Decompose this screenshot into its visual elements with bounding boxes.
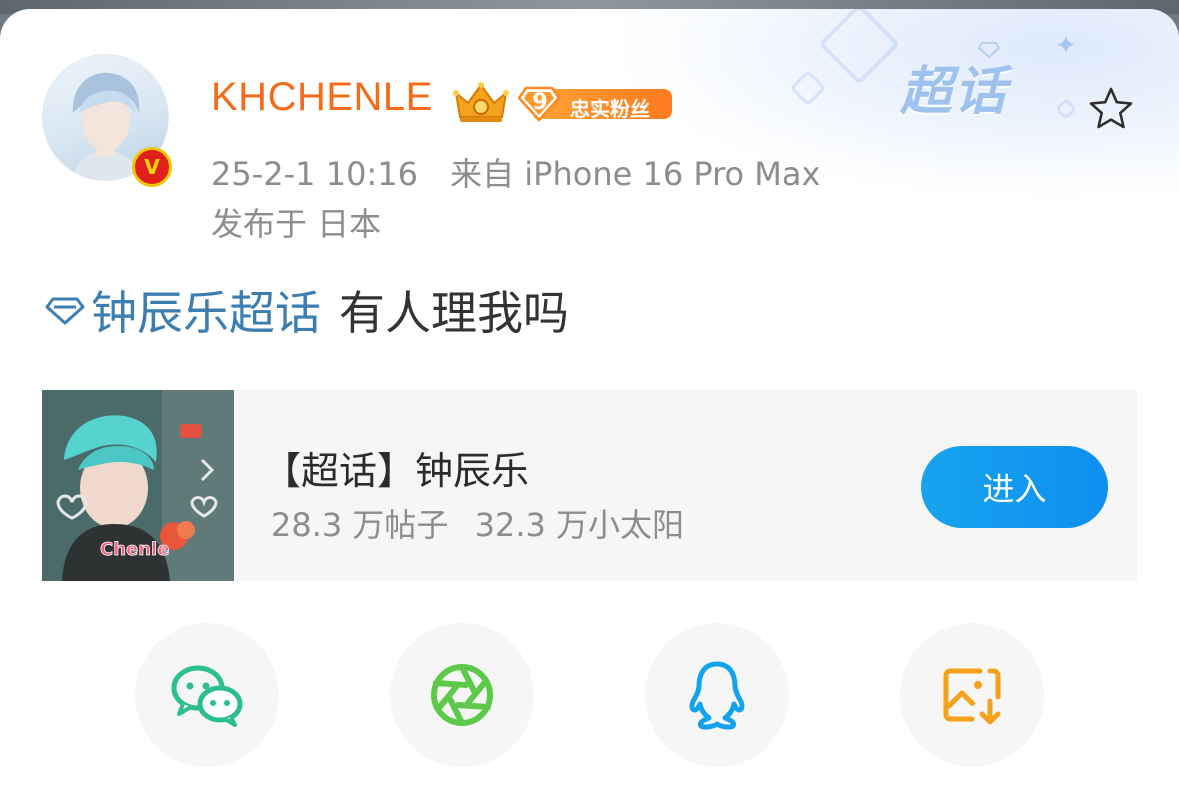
post-content: 钟辰乐超话 有人理我吗 bbox=[45, 277, 569, 343]
star-icon bbox=[1089, 87, 1133, 129]
qq-icon bbox=[689, 661, 745, 730]
loyal-fan-badge: 9 忠实粉丝 bbox=[518, 86, 672, 122]
favorite-star-button[interactable] bbox=[1086, 83, 1136, 133]
topic-sun-count: 32.3 万小太阳 bbox=[474, 506, 685, 544]
sparkle-icon: ✦ bbox=[1055, 31, 1077, 61]
crown-icon bbox=[453, 82, 509, 122]
topic-title: 【超话】钟辰乐 bbox=[263, 449, 530, 493]
username[interactable]: KHCHENLE bbox=[211, 75, 433, 120]
share-moments-button[interactable] bbox=[390, 623, 534, 767]
topic-card[interactable]: Chenle 【超话】钟辰乐 28.3 万帖子 32.3 万小太阳 进入 bbox=[42, 390, 1137, 581]
fan-badge-level: 9 bbox=[532, 90, 548, 115]
share-wechat-button[interactable] bbox=[135, 623, 279, 767]
save-image-icon bbox=[943, 668, 1001, 725]
topic-stats: 28.3 万帖子 32.3 万小太阳 bbox=[271, 500, 684, 546]
fan-badge-label: 忠实粉丝 bbox=[570, 97, 650, 121]
topic-post-count: 28.3 万帖子 bbox=[271, 506, 449, 544]
post-source: 来自 iPhone 16 Pro Max bbox=[450, 155, 821, 193]
topic-thumbnail-caption: Chenle bbox=[100, 539, 169, 560]
post-timestamp: 25-2-1 10:16 bbox=[211, 155, 418, 193]
moments-icon bbox=[431, 664, 493, 726]
chaohua-topic-icon bbox=[45, 297, 85, 325]
share-qq-button[interactable] bbox=[645, 623, 789, 767]
post-location: 发布于 日本 bbox=[211, 205, 382, 243]
chaohua-logo: 超话 bbox=[900, 62, 1009, 122]
save-image-button[interactable] bbox=[900, 623, 1044, 767]
verified-badge-icon: V bbox=[132, 147, 172, 187]
wechat-icon bbox=[171, 665, 243, 727]
post-text: 有人理我吗 bbox=[339, 286, 569, 340]
gem-icon bbox=[978, 42, 1000, 58]
topic-thumbnail-art: Chenle bbox=[42, 390, 234, 581]
post-meta: 25-2-1 10:16 来自 iPhone 16 Pro Max bbox=[211, 149, 820, 195]
enter-topic-button[interactable]: 进入 bbox=[921, 446, 1108, 528]
topic-link[interactable]: 钟辰乐超话 bbox=[91, 277, 321, 343]
post-card: ✦ 超话 V KHCHENLE 9 忠实粉丝 25-2-1 10:16 来自 i… bbox=[0, 9, 1179, 786]
topic-thumbnail: Chenle bbox=[42, 390, 234, 581]
